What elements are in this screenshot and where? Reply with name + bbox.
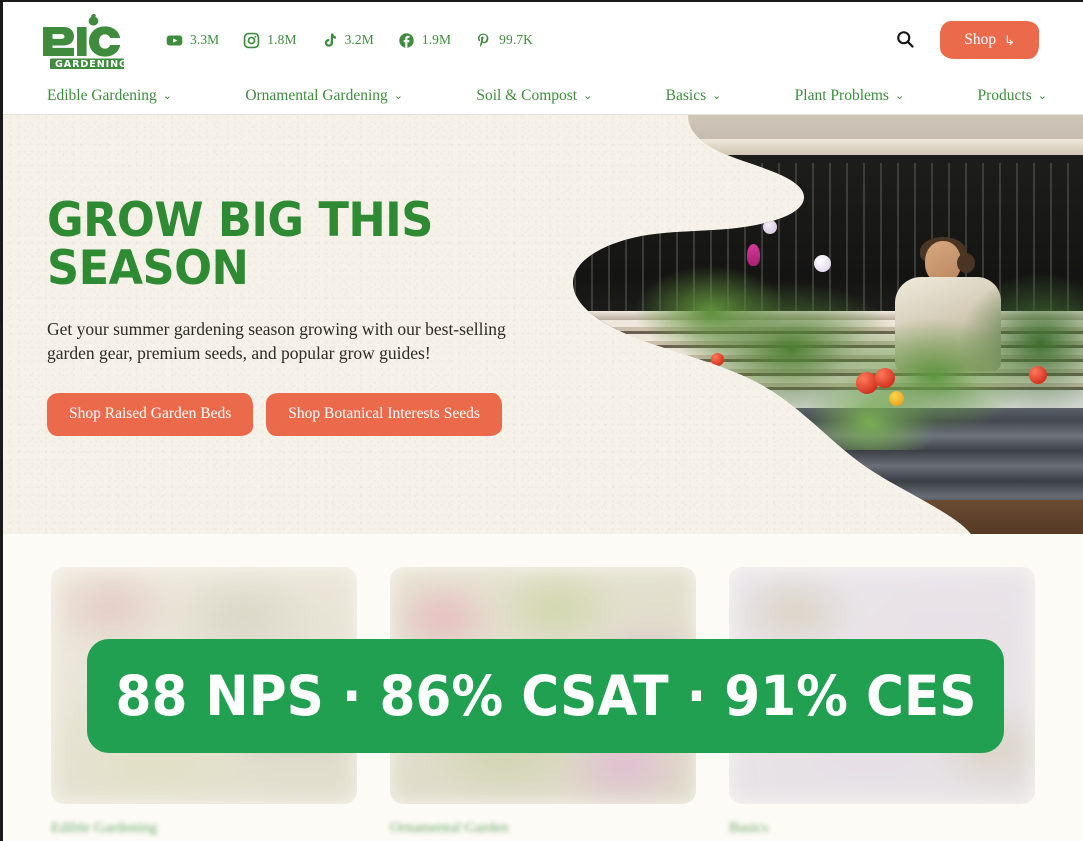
hero-photo-scene: [523, 115, 1083, 534]
facebook-count: 1.9M: [421, 32, 452, 47]
external-link-icon: ↳: [1004, 33, 1015, 48]
nav-label: Ornamental Gardening: [245, 87, 388, 104]
social-youtube[interactable]: 3.3M: [166, 32, 219, 49]
epic-gardening-logo[interactable]: GARDENING: [39, 13, 142, 69]
social-facebook[interactable]: 1.9M: [398, 32, 451, 49]
tiktok-icon: [321, 32, 338, 49]
chevron-down-icon: ⌄: [393, 89, 403, 102]
shop-button[interactable]: Shop ↳: [940, 20, 1039, 60]
tomato-fruit: [1029, 366, 1047, 384]
wicker-basket: [649, 470, 745, 528]
youtube-count: 3.3M: [190, 32, 220, 47]
instagram-count: 1.8M: [267, 32, 297, 47]
nav-label: Plant Problems: [794, 87, 889, 104]
primary-navigation: Edible Gardening ⌄ Ornamental Gardening …: [3, 78, 1083, 114]
instagram-icon: [243, 32, 260, 49]
flower-bloom: [763, 220, 777, 234]
svg-text:GARDENING: GARDENING: [55, 59, 128, 69]
metric-banner-text: 88 NPS · 86% CSAT · 91% CES: [114, 663, 977, 728]
tomato-fruit: [711, 353, 724, 366]
shop-botanical-interests-seeds-button[interactable]: Shop Botanical Interests Seeds: [266, 393, 502, 436]
site-header: GARDENING 3.3M 1.8M 3.2M 1.9M 99.7K Shop…: [3, 2, 1083, 115]
header-top-row: GARDENING 3.3M 1.8M 3.2M 1.9M 99.7K Shop…: [3, 2, 1083, 78]
nav-label: Soil & Compost: [476, 87, 578, 104]
flower-bloom: [814, 255, 831, 272]
tiktok-count: 3.2M: [344, 32, 374, 47]
chevron-down-icon: ⌄: [583, 89, 593, 102]
hero-image: [523, 115, 1083, 534]
shop-raised-garden-beds-button[interactable]: Shop Raised Garden Beds: [47, 393, 254, 436]
hero-subtitle: Get your summer gardening season growing…: [47, 319, 506, 363]
nav-label: Edible Gardening: [47, 87, 157, 104]
browser-viewport: GARDENING 3.3M 1.8M 3.2M 1.9M 99.7K Shop…: [0, 0, 1083, 841]
social-pinterest[interactable]: 99.7K: [475, 32, 533, 49]
card-caption[interactable]: Edible Gardening: [51, 820, 357, 837]
nav-item-soil-compost[interactable]: Soil & Compost ⌄: [476, 87, 592, 105]
facebook-icon: [398, 32, 415, 49]
hero-cta-group: Shop Raised Garden Beds Shop Botanical I…: [47, 393, 537, 436]
nav-item-basics[interactable]: Basics ⌄: [666, 87, 722, 105]
nav-item-edible-gardening[interactable]: Edible Gardening ⌄: [47, 87, 172, 105]
magenta-flower: [747, 244, 760, 266]
nav-label: Basics: [665, 87, 707, 104]
chevron-down-icon: ⌄: [894, 89, 905, 102]
pinterest-count: 99.7K: [499, 32, 533, 47]
search-button[interactable]: [892, 27, 918, 53]
nav-item-plant-problems[interactable]: Plant Problems ⌄: [795, 87, 905, 105]
chevron-down-icon: ⌄: [1037, 89, 1047, 102]
hero-left-edge: [3, 115, 7, 534]
nav-item-ornamental-gardening[interactable]: Ornamental Gardening ⌄: [245, 87, 403, 105]
marigold-flower: [889, 391, 904, 406]
nav-item-products[interactable]: Products ⌄: [978, 87, 1047, 105]
plant-foliage: [551, 265, 1083, 450]
chevron-down-icon: ⌄: [712, 89, 722, 102]
youtube-icon: [166, 32, 183, 49]
basil-plant: [571, 350, 701, 428]
social-stats: 3.3M 1.8M 3.2M 1.9M 99.7K: [166, 32, 557, 49]
search-icon: [895, 29, 915, 52]
social-tiktok[interactable]: 3.2M: [321, 32, 374, 49]
social-instagram[interactable]: 1.8M: [243, 32, 296, 49]
tomato-fruit: [875, 368, 895, 388]
header-actions: Shop ↳: [892, 20, 1039, 60]
shop-button-label: Shop: [964, 30, 997, 48]
hero-copy: Grow Big This Season Get your summer gar…: [47, 197, 537, 436]
metric-banner: 88 NPS · 86% CSAT · 91% CES: [87, 639, 1004, 753]
card-caption[interactable]: Basics: [729, 820, 1035, 837]
nav-label: Products: [977, 87, 1032, 104]
hero-section: Grow Big This Season Get your summer gar…: [3, 115, 1083, 534]
pinterest-icon: [475, 32, 492, 49]
chevron-down-icon: ⌄: [162, 89, 172, 102]
card-caption[interactable]: Ornamental Garden: [390, 820, 696, 837]
hero-headline: Grow Big This Season: [47, 193, 433, 296]
